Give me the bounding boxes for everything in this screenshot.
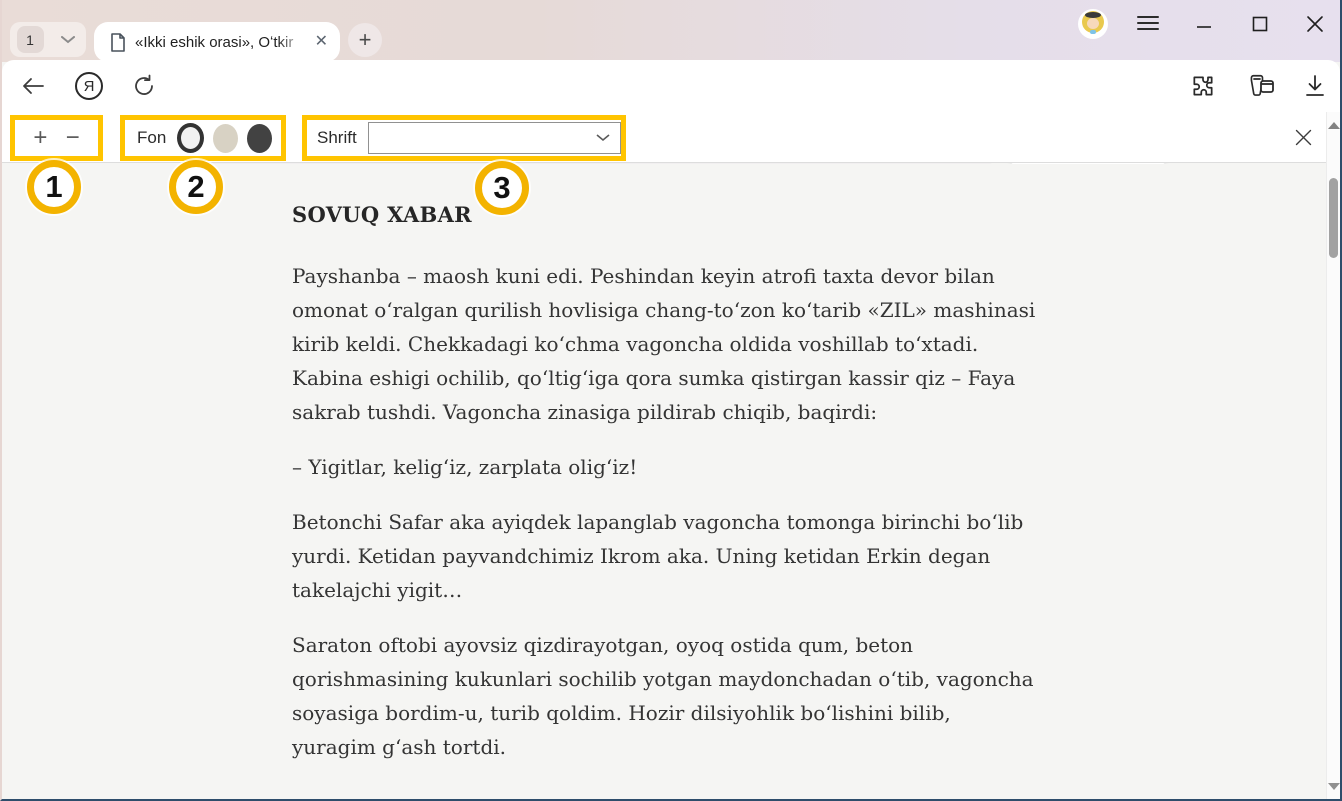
- triangle-up-icon: [1328, 122, 1340, 129]
- address-bar-row: Я www.litres.ru «Ikki eshik orasi», Oʻtk…: [2, 60, 1340, 112]
- font-select-highlight: Shrift: [302, 115, 626, 161]
- avatar-bow: [1090, 30, 1096, 34]
- tab-counter[interactable]: 1: [10, 22, 50, 57]
- chapter-heading: SOVUQ XABAR: [292, 202, 1036, 227]
- background-label: Fon: [137, 128, 166, 148]
- annotation-marker-1: 1: [27, 160, 81, 214]
- bg-option-white[interactable]: [177, 123, 204, 153]
- minimize-button[interactable]: [1194, 12, 1214, 37]
- maximize-icon: [1250, 14, 1270, 34]
- hamburger-icon: [1137, 15, 1159, 31]
- puzzle-icon: [1190, 73, 1216, 99]
- profile-avatar[interactable]: [1078, 9, 1108, 39]
- minimize-icon: [1194, 12, 1214, 32]
- key-folder-icon: [1245, 73, 1275, 99]
- tab-close-button[interactable]: ✕: [315, 34, 328, 50]
- browser-menu-button[interactable]: [1137, 15, 1159, 36]
- browser-window: 1 «Ikki eshik orasi», Oʻtkir ✕ +: [0, 0, 1342, 801]
- paragraph: Payshanba – maosh kuni edi. Peshindan ke…: [292, 259, 1036, 429]
- vertical-scrollbar[interactable]: [1326, 112, 1340, 799]
- triangle-down-icon: [1328, 783, 1340, 790]
- download-icon: [1304, 74, 1326, 98]
- tab-strip: 1 «Ikki eshik orasi», Oʻtkir ✕ +: [2, 0, 1340, 62]
- font-select-label: Shrift: [317, 128, 357, 148]
- page-icon: [110, 33, 126, 52]
- chevron-down-icon: [596, 134, 610, 142]
- tab-count-badge: 1: [17, 26, 44, 53]
- font-family-select[interactable]: [368, 122, 621, 154]
- paragraph: Saraton oftobi ayovsiz qizdirayotgan, oy…: [292, 628, 1036, 764]
- back-arrow-icon: [21, 77, 45, 95]
- font-size-controls-highlight: + −: [10, 115, 103, 161]
- close-icon: [1305, 14, 1325, 34]
- reload-button[interactable]: [127, 60, 161, 112]
- font-increase-button[interactable]: +: [33, 126, 47, 150]
- bg-option-dark[interactable]: [247, 124, 272, 153]
- paragraph: Betonchi Safar aka ayiqdek lapanglab vag…: [292, 505, 1036, 607]
- downloads-button[interactable]: [1298, 60, 1332, 112]
- avatar-face: [1087, 18, 1099, 29]
- chevron-down-icon: [61, 36, 75, 44]
- font-decrease-button[interactable]: −: [66, 126, 80, 150]
- paragraph: – Yigitlar, keligʻiz, zarplata oligʻiz!: [292, 450, 1036, 484]
- new-tab-button[interactable]: +: [348, 23, 382, 57]
- window-close-button[interactable]: [1305, 14, 1325, 39]
- article: SOVUQ XABAR Payshanba – maosh kuni edi. …: [292, 202, 1036, 785]
- toolbar-close-button[interactable]: [1284, 118, 1322, 156]
- annotation-marker-3: 3: [475, 161, 529, 215]
- tab-list-chevron-button[interactable]: [50, 22, 86, 57]
- scrollbar-thumb[interactable]: [1329, 178, 1338, 258]
- back-button[interactable]: [16, 60, 50, 112]
- maximize-button[interactable]: [1250, 14, 1270, 39]
- bg-option-beige[interactable]: [213, 124, 238, 153]
- extensions-button[interactable]: [1186, 60, 1220, 112]
- yandex-logo-icon: Я: [75, 72, 103, 100]
- passwords-button[interactable]: [1242, 60, 1278, 112]
- close-icon: [1295, 129, 1312, 146]
- reload-icon: [132, 74, 156, 98]
- yandex-button[interactable]: Я: [72, 60, 106, 112]
- reader-content-area: SOVUQ XABAR Payshanba – maosh kuni edi. …: [2, 164, 1326, 799]
- reader-settings-toolbar: + − Fon Shrift: [2, 112, 1326, 163]
- active-tab[interactable]: «Ikki eshik orasi», Oʻtkir ✕: [94, 22, 340, 62]
- annotation-marker-2: 2: [169, 160, 223, 214]
- scroll-up-button[interactable]: [1328, 114, 1340, 136]
- tab-title: «Ikki eshik orasi», Oʻtkir: [135, 34, 309, 51]
- background-controls-highlight: Fon: [120, 115, 286, 161]
- scroll-down-button[interactable]: [1328, 775, 1340, 797]
